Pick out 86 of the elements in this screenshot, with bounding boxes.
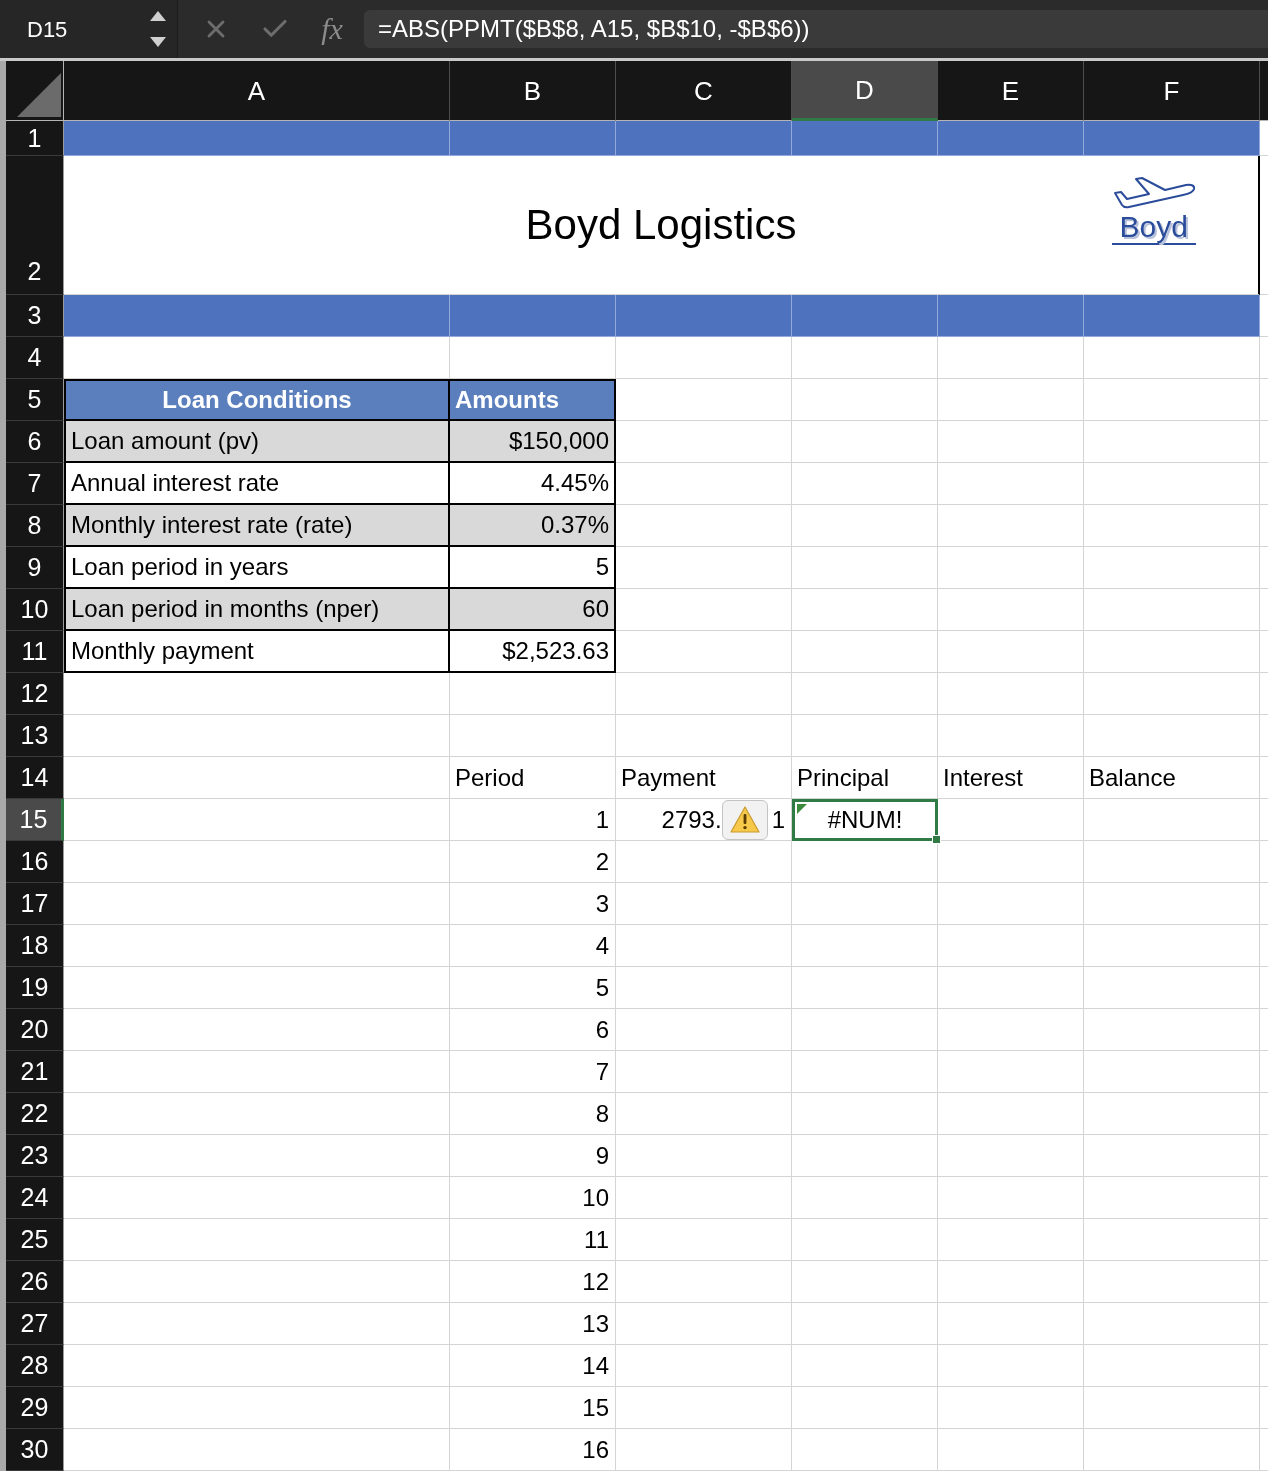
row-header[interactable]: 16 [6, 841, 64, 883]
formula-field[interactable]: =ABS(PPMT($B$8, A15, $B$10, -$B$6)) [364, 10, 1268, 48]
period-number: 4 [595, 933, 609, 958]
insert-function-button[interactable]: fx [314, 11, 350, 47]
logo-text: Boyd [1111, 212, 1196, 245]
row-header[interactable]: 2 [6, 156, 64, 295]
row-header[interactable]: 18 [6, 925, 64, 967]
row-header[interactable]: 29 [6, 1387, 64, 1429]
period-number: 12 [582, 1269, 609, 1294]
table-cell: $150,000 [450, 421, 616, 463]
select-all-button[interactable] [6, 61, 64, 121]
column-header[interactable]: B [450, 61, 616, 121]
period-number: 9 [595, 1143, 609, 1168]
warning-button[interactable] [721, 799, 768, 840]
column-label: Payment [621, 765, 716, 790]
table-cell: Loan amount (pv) [64, 421, 450, 463]
payment-value: 2793. [661, 807, 722, 832]
period-number: 15 [582, 1395, 609, 1420]
column-header[interactable]: F [1084, 61, 1260, 121]
row-header[interactable]: 25 [6, 1219, 64, 1261]
table-cell: 60 [450, 589, 616, 631]
column-label: Interest [943, 765, 1024, 790]
row-header[interactable]: 23 [6, 1135, 64, 1177]
column-label: Period [455, 765, 525, 790]
row-header[interactable]: 27 [6, 1303, 64, 1345]
column-header[interactable]: A [64, 61, 450, 121]
column-header[interactable]: C [616, 61, 792, 121]
row-header[interactable]: 14 [6, 757, 64, 799]
table-cell: Annual interest rate [64, 463, 450, 505]
row-header[interactable]: 6 [6, 421, 64, 463]
corner-triangle-icon [17, 73, 61, 117]
table-cell: Monthly payment [64, 631, 450, 673]
period-number: 5 [595, 975, 609, 1000]
table-cell: Loan period in months (nper) [64, 589, 450, 631]
row-header[interactable]: 13 [6, 715, 64, 757]
column-header[interactable]: E [938, 61, 1084, 121]
row-header[interactable]: 5 [6, 379, 64, 421]
column-label: Balance [1089, 765, 1176, 790]
error-value: #NUM! [827, 808, 903, 832]
period-number: 16 [582, 1437, 609, 1462]
row-header[interactable]: 11 [6, 631, 64, 673]
period-number: 6 [595, 1017, 609, 1042]
row-header[interactable]: 17 [6, 883, 64, 925]
name-box[interactable]: D15 [0, 0, 178, 58]
row-header[interactable]: 22 [6, 1093, 64, 1135]
table-cell: 5 [450, 547, 616, 589]
row-header[interactable]: 26 [6, 1261, 64, 1303]
row-header[interactable]: 1 [6, 121, 64, 156]
table-header-cell: Loan Conditions [64, 379, 450, 421]
row-header[interactable]: 3 [6, 295, 64, 337]
period-number: 11 [584, 1227, 609, 1252]
row-header[interactable]: 7 [6, 463, 64, 505]
column-header[interactable]: D [792, 61, 938, 121]
table-cell: Loan period in years [64, 547, 450, 589]
table-cell: 4.45% [450, 463, 616, 505]
row-header[interactable]: 21 [6, 1051, 64, 1093]
table-cell: 0.37% [450, 505, 616, 547]
row-header[interactable]: 9 [6, 547, 64, 589]
row-header[interactable]: 4 [6, 337, 64, 379]
table-cell: $2,523.63 [450, 631, 616, 673]
period-number: 13 [582, 1311, 609, 1336]
table-cell: Monthly interest rate (rate) [64, 505, 450, 547]
row-header[interactable]: 20 [6, 1009, 64, 1051]
column-label: Principal [797, 765, 890, 790]
period-number: 10 [582, 1185, 609, 1210]
row-header[interactable]: 30 [6, 1429, 64, 1471]
row-header[interactable]: 12 [6, 673, 64, 715]
fill-handle[interactable] [932, 835, 941, 844]
row-header[interactable]: 24 [6, 1177, 64, 1219]
up-down-arrows-icon [150, 11, 166, 47]
selected-cell[interactable]: #NUM! [792, 799, 938, 841]
period-number: 3 [595, 891, 609, 916]
payment-value-fragment: 1 [770, 807, 785, 832]
row-header[interactable]: 15 [6, 799, 64, 841]
sheet-title: Boyd Logistics [525, 204, 797, 246]
period-number: 14 [582, 1353, 609, 1378]
row-header[interactable]: 10 [6, 589, 64, 631]
period-number: 7 [595, 1059, 609, 1084]
row-header[interactable]: 8 [6, 505, 64, 547]
row-header[interactable]: 28 [6, 1345, 64, 1387]
table-header-cell: Amounts [450, 379, 616, 421]
period-number: 8 [595, 1101, 609, 1126]
warning-icon [729, 806, 760, 833]
period-number: 2 [595, 849, 609, 874]
period-number: 1 [595, 807, 609, 832]
row-header[interactable]: 19 [6, 967, 64, 1009]
